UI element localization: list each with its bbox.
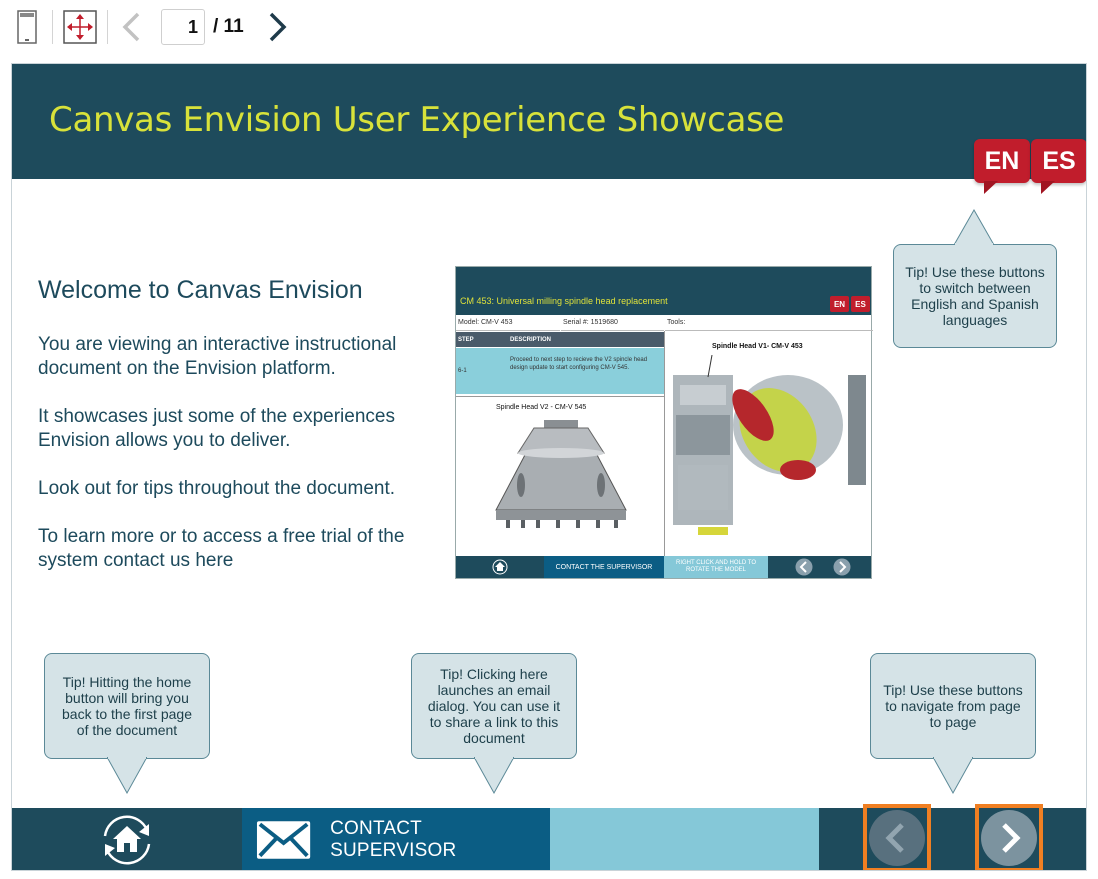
preview-rotate-hint: RIGHT CLICK AND HOLD TO ROTATE THE MODEL: [664, 556, 768, 578]
single-page-icon[interactable]: [14, 8, 40, 46]
preview-col-desc: DESCRIPTION: [510, 337, 552, 343]
home-icon: [103, 815, 151, 865]
page-total: / 11: [213, 16, 244, 37]
toolbar-divider: [107, 10, 108, 44]
preview-col-step: STEP: [458, 337, 474, 343]
fit-screen-icon[interactable]: [62, 9, 98, 45]
preview-header: [456, 267, 871, 315]
preview-tools: Tools:: [665, 315, 873, 331]
preview-home-icon: [456, 556, 544, 578]
next-page-icon[interactable]: [262, 10, 292, 44]
preview-contact: CONTACT THE SUPERVISOR: [544, 556, 664, 578]
home-button[interactable]: [12, 808, 242, 870]
document-page: Canvas Envision User Experience Showcase…: [11, 63, 1087, 871]
welcome-paragraph: It showcases just some of the experience…: [38, 406, 395, 451]
preview-label-v2: Spindle Head V2 - CM-V 545: [496, 404, 587, 411]
page-header: Canvas Envision User Experience Showcase: [12, 64, 1086, 179]
language-es-button[interactable]: ES: [1031, 139, 1086, 194]
prev-page-button[interactable]: [863, 804, 931, 870]
page-number-input[interactable]: 1: [161, 9, 205, 45]
preview-table-header: STEP DESCRIPTION: [456, 332, 664, 347]
spindle-head-v2-image: [495, 420, 627, 528]
prev-page-icon[interactable]: [116, 10, 146, 44]
page-footer: CONTACT SUPERVISOR: [12, 804, 1086, 870]
tip-home: Tip! Hitting the home button will bring …: [44, 653, 210, 795]
tip-language-text: Tip! Use these buttons to switch between…: [905, 264, 1045, 328]
preview-next-icon: [832, 558, 852, 581]
tip-email: Tip! Clicking here launches an email dia…: [411, 653, 577, 795]
email-icon: [256, 821, 311, 859]
contact-supervisor-label: CONTACT SUPERVISOR: [330, 818, 457, 861]
preview-table-row: 6-1 Proceed to next step to recieve the …: [456, 348, 664, 394]
tip-email-text: Tip! Clicking here launches an email dia…: [427, 666, 561, 746]
page-title: Canvas Envision User Experience Showcase: [49, 100, 785, 140]
preview-label-v1: Spindle Head V1- CM-V 453: [712, 343, 803, 350]
spindle-head-v1-image: [673, 355, 866, 535]
preview-step-number: 6-1: [458, 368, 467, 374]
preview-divider: [456, 396, 664, 397]
toolbar-divider: [52, 10, 53, 44]
language-en-button[interactable]: EN: [974, 139, 1030, 194]
tip-home-text: Tip! Hitting the home button will bring …: [62, 674, 192, 738]
tip-language: Tip! Use these buttons to switch between…: [893, 209, 1057, 348]
tip-navigate: Tip! Use these buttons to navigate from …: [870, 653, 1036, 795]
preview-lang-en: EN: [830, 296, 849, 312]
chevron-right-icon: [981, 810, 1037, 866]
preview-model: Model: CM-V 453: [456, 315, 560, 331]
welcome-paragraph: Look out for tips throughout the documen…: [38, 478, 396, 499]
welcome-heading: Welcome to Canvas Envision: [38, 276, 363, 304]
contact-supervisor-button[interactable]: CONTACT SUPERVISOR: [242, 808, 550, 870]
next-page-button[interactable]: [975, 804, 1043, 870]
preview-footer: CONTACT THE SUPERVISOR RIGHT CLICK AND H…: [456, 556, 871, 578]
preview-lang-es: ES: [851, 296, 870, 312]
preview-step-desc: Proceed to next step to recieve the V2 s…: [510, 357, 648, 371]
preview-prev-icon: [794, 558, 814, 581]
footer-spacer: [550, 808, 819, 870]
welcome-text: Welcome to Canvas Envision You are viewi…: [38, 276, 438, 597]
preview-divider: [664, 331, 665, 558]
welcome-paragraph: You are viewing an interactive instructi…: [38, 334, 397, 379]
preview-image: CM 453: Universal milling spindle head r…: [455, 266, 873, 579]
chevron-left-icon: [869, 810, 925, 866]
preview-serial: Serial #: 1519680: [561, 315, 664, 331]
contact-us-link[interactable]: To learn more or to access a free trial …: [38, 525, 438, 573]
preview-title: CM 453: Universal milling spindle head r…: [460, 296, 668, 306]
tip-navigate-text: Tip! Use these buttons to navigate from …: [883, 682, 1023, 730]
viewer-toolbar: 1 / 11: [0, 0, 1098, 56]
